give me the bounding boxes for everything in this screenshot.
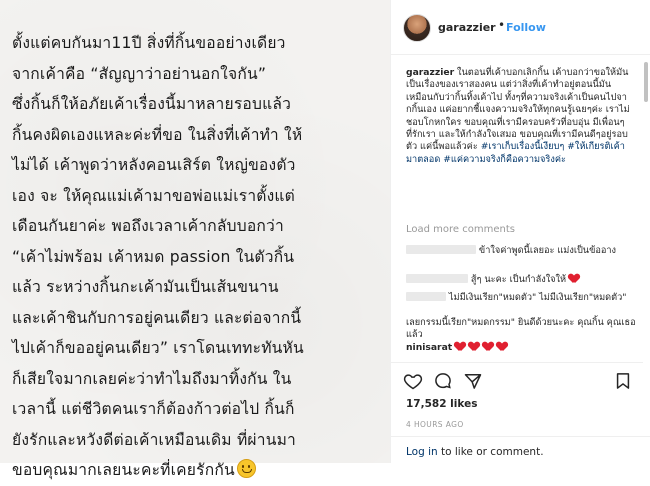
photo-text-line: “เค้าไม่พร้อม เค้าหมด passion ในตัวกิ้น	[12, 247, 295, 266]
post-caption: garazzier ในตอนที่เค้าบอกเลิกกิ้น เค้าบอ…	[406, 67, 636, 166]
login-prompt: Log in to like or comment.	[406, 446, 544, 458]
load-more-comments-button[interactable]: Load more comments	[406, 224, 515, 235]
caption-username[interactable]: garazzier	[406, 67, 454, 78]
post-timestamp[interactable]: 4 HOURS AGO	[406, 420, 464, 429]
bookmark-icon[interactable]	[613, 371, 633, 391]
caption-text: ในตอนที่เค้าบอกเลิกกิ้น เค้าบอกว่าขอให้ม…	[406, 67, 630, 153]
comment-item: เลยกรรมนี้เรียก"หมดกรรม" ยินดีด้วยนะคะ ค…	[406, 317, 636, 342]
photo-text-line: ไปเค้าก็ขออยู่คนเดียว” เราโดนเททะทันหัน	[12, 339, 304, 357]
photo-text-line: ซึ่งกิ้นก็ให้อภัยเค้าเรื่องนี้มาหลายรอบแ…	[12, 95, 292, 113]
photo-text-line: ก็เสียใจมากเลยค่ะว่าทำไมถึงมาทิ้งกัน ใน	[12, 369, 292, 388]
avatar[interactable]	[403, 14, 431, 42]
smiley-emoji-icon	[236, 459, 256, 478]
photo-text-line: ยังรักและหวังดีต่อเค้าเหมือนเดิม ที่ผ่าน…	[12, 430, 297, 449]
photo-text-line: ขอบคุณมากเลยนะคะที่เคยรักกัน	[12, 461, 235, 479]
comment-item: ข้าใจค่าพูดนี้เลยอะ แม่งเป็นข้ออาง	[406, 245, 636, 257]
comments-list[interactable]: garazzier ในตอนที่เค้าบอกเลิกกิ้น เค้าบอ…	[391, 62, 643, 352]
comments-scrollbar[interactable]	[643, 60, 649, 350]
comment-item: ไม่มีเงินเรียก"หมดตัว" ไม่มีเงินเรียก"หม…	[406, 292, 636, 304]
photo-text-line: เวลานี้ แต่ชีวิตคนเราก็ต้องก้าวต่อไป กิ้…	[12, 400, 295, 418]
comment-item: ninisarat	[406, 342, 636, 352]
photo-text-line: เดือนกันยาค่ะ พอถึงเวลาเค้ากลับบอกว่า	[12, 217, 284, 235]
comment-item: สู้ๆ นะคะ เป็นกำลังใจให้	[406, 274, 636, 286]
redacted-username	[406, 245, 476, 254]
photo-text-line: เอง จะ ให้คุณแม่เค้ามาขอพ่อแม่เราตั้งแต่	[12, 186, 295, 205]
comment-text: เลยกรรมนี้เรียก"หมดกรรม" ยินดีด้วยนะคะ ค…	[406, 317, 636, 341]
heart-emoji-icon	[469, 342, 479, 351]
header-separator: •	[498, 18, 506, 32]
comment-text: ข้าใจค่าพูดนี้เลยอะ แม่งเป็นข้ออาง	[478, 245, 617, 256]
comment-text: ไม่มีเงินเรียก"หมดตัว" ไม่มีเงินเรียก"หม…	[448, 292, 627, 303]
follow-button[interactable]: Follow	[506, 21, 546, 34]
heart-emoji-icon	[455, 342, 465, 351]
action-bar	[391, 362, 643, 393]
photo-text-line: แล้ว ระหว่างกิ้นกะเค้ามันเป็นเส้นขนาน	[12, 278, 279, 296]
login-link[interactable]: Log in	[406, 446, 438, 458]
post-photo: ตั้งแต่คบกันมา11ปี สิ่งที่กิ้นขออย่างเดี…	[0, 0, 390, 479]
heart-emoji-icon	[483, 342, 493, 351]
photo-text-line: จากเค้าคือ “สัญญาว่าอย่านอกใจกัน”	[12, 64, 267, 83]
header-username[interactable]: garazzier	[438, 21, 496, 34]
comment-icon[interactable]	[433, 371, 453, 391]
photo-text-line: ตั้งแต่คบกันมา11ปี สิ่งที่กิ้นขออย่างเดี…	[12, 34, 286, 52]
comment-username[interactable]: ninisarat	[406, 342, 452, 352]
login-footer: Log in to like or comment.	[391, 436, 650, 464]
redacted-username	[406, 292, 446, 301]
redacted-username	[406, 274, 468, 283]
heart-emoji-icon	[497, 342, 507, 351]
heart-emoji-icon	[569, 274, 579, 283]
post-header: garazzier • Follow	[391, 0, 650, 55]
scrollbar-thumb[interactable]	[644, 62, 648, 102]
comment-hearts	[455, 342, 508, 352]
share-icon[interactable]	[463, 371, 483, 391]
post-sidebar: garazzier • Follow garazzier ในตอนที่เค้…	[390, 0, 650, 463]
photo-text-line: ไม่ได้ เค้าพูดว่าหลังคอนเสิร์ต ใหญ่ของตั…	[12, 156, 296, 174]
photo-text-block: ตั้งแต่คบกันมา11ปี สิ่งที่กิ้นขออย่างเดี…	[12, 28, 382, 486]
photo-text-line: กิ้นคงผิดเองแหละค่ะที่ขอ ในสิ่งที่เค้าทำ…	[12, 125, 303, 144]
photo-text-line-last: ขอบคุณมากเลยนะคะที่เคยรักกัน	[12, 455, 382, 486]
comment-text: สู้ๆ นะคะ เป็นกำลังใจให้	[470, 274, 567, 285]
login-prompt-text: to like or comment.	[437, 446, 544, 458]
photo-text-line: และเค้าชินกับการอยู่คนเดียว และต่อจากนี้	[12, 308, 302, 327]
likes-count[interactable]: 17,582 likes	[406, 398, 477, 410]
heart-outline-icon[interactable]	[403, 371, 423, 391]
